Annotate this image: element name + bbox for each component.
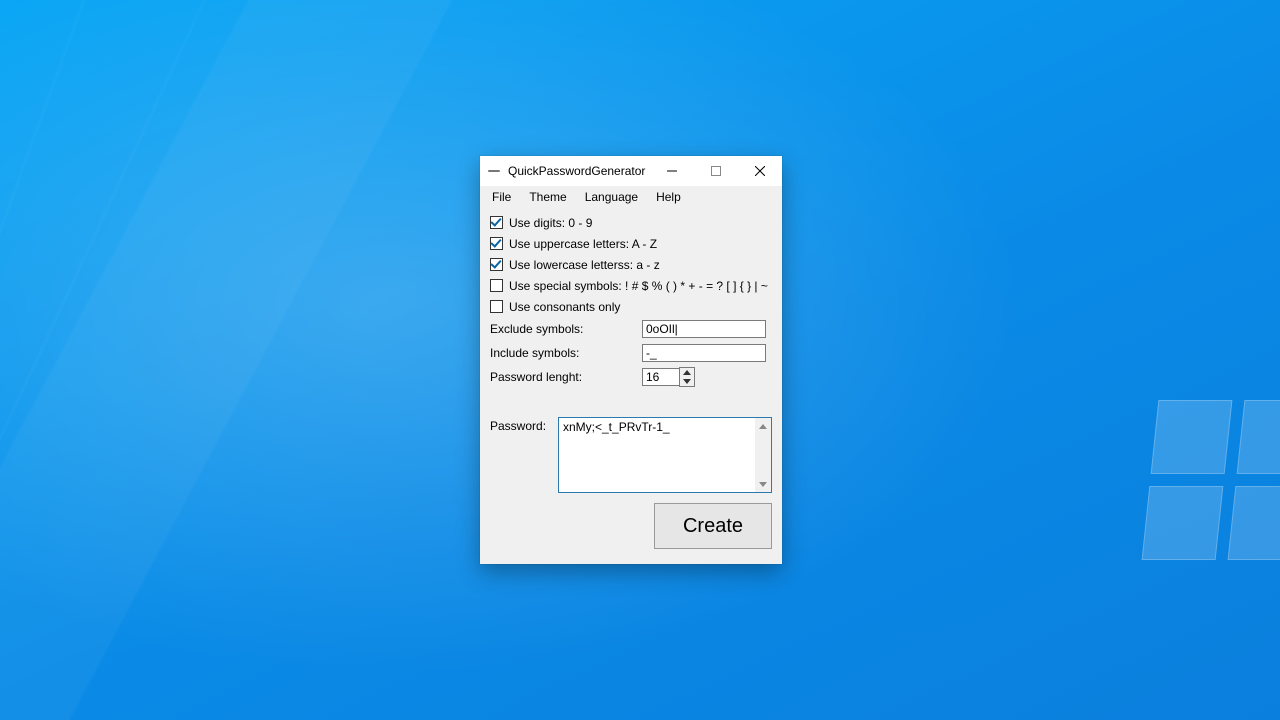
option-use-digits[interactable]: Use digits: 0 - 9 [490, 212, 772, 233]
app-window: QuickPasswordGenerator File Theme Langua… [480, 156, 782, 564]
decorative-beam [0, 0, 509, 720]
label-password-output: Password: [490, 417, 548, 493]
option-use-special[interactable]: Use special symbols: ! # $ % ( ) * + - =… [490, 275, 772, 296]
field-password-length: Password lenght: [490, 365, 772, 389]
option-use-lowercase[interactable]: Use lowercase letterss: a - z [490, 254, 772, 275]
chevron-down-icon [683, 379, 691, 384]
label-use-special: Use special symbols: ! # $ % ( ) * + - =… [509, 279, 768, 293]
label-use-lowercase: Use lowercase letterss: a - z [509, 258, 660, 272]
option-use-uppercase[interactable]: Use uppercase letters: A - Z [490, 233, 772, 254]
close-icon [755, 166, 765, 176]
label-use-uppercase: Use uppercase letters: A - Z [509, 237, 657, 251]
minimize-button[interactable] [650, 156, 694, 186]
titlebar[interactable]: QuickPasswordGenerator [480, 156, 782, 186]
field-exclude-symbols: Exclude symbols: [490, 317, 772, 341]
desktop: QuickPasswordGenerator File Theme Langua… [0, 0, 1280, 720]
password-output[interactable]: xnMy;<_t_PRvTr-1_ [558, 417, 772, 493]
system-menu-icon[interactable] [488, 170, 500, 172]
checkbox-use-digits[interactable] [490, 216, 503, 229]
chevron-down-icon [759, 482, 767, 487]
client-area: Use digits: 0 - 9 Use uppercase letters:… [480, 208, 782, 564]
menu-help[interactable]: Help [654, 188, 683, 206]
password-output-text: xnMy;<_t_PRvTr-1_ [563, 420, 670, 434]
scroll-track[interactable] [755, 434, 771, 476]
window-title: QuickPasswordGenerator [508, 164, 645, 178]
checkbox-use-uppercase[interactable] [490, 237, 503, 250]
chevron-up-icon [759, 424, 767, 429]
create-button[interactable]: Create [654, 503, 772, 549]
length-step-down[interactable] [680, 377, 694, 386]
scroll-up-button[interactable] [755, 418, 771, 434]
label-exclude-symbols: Exclude symbols: [490, 322, 636, 336]
option-consonants-only[interactable]: Use consonants only [490, 296, 772, 317]
checkbox-use-lowercase[interactable] [490, 258, 503, 271]
menubar: File Theme Language Help [480, 186, 782, 208]
input-exclude-symbols[interactable] [642, 320, 766, 338]
output-scrollbar[interactable] [755, 418, 771, 492]
minimize-icon [667, 166, 677, 176]
maximize-icon [711, 166, 721, 176]
close-button[interactable] [738, 156, 782, 186]
label-consonants-only: Use consonants only [509, 300, 620, 314]
length-spinner [679, 367, 695, 387]
output-row: Password: xnMy;<_t_PRvTr-1_ [490, 417, 772, 493]
label-include-symbols: Include symbols: [490, 346, 636, 360]
button-bar: Create [490, 503, 772, 549]
checkbox-consonants-only[interactable] [490, 300, 503, 313]
length-step-up[interactable] [680, 368, 694, 377]
scroll-down-button[interactable] [755, 476, 771, 492]
menu-theme[interactable]: Theme [527, 188, 568, 206]
menu-file[interactable]: File [490, 188, 513, 206]
windows-logo [1142, 400, 1280, 560]
menu-language[interactable]: Language [583, 188, 640, 206]
maximize-button[interactable] [694, 156, 738, 186]
label-password-length: Password lenght: [490, 370, 636, 384]
field-include-symbols: Include symbols: [490, 341, 772, 365]
label-use-digits: Use digits: 0 - 9 [509, 216, 592, 230]
chevron-up-icon [683, 370, 691, 375]
input-include-symbols[interactable] [642, 344, 766, 362]
checkbox-use-special[interactable] [490, 279, 503, 292]
input-password-length[interactable] [642, 368, 680, 386]
